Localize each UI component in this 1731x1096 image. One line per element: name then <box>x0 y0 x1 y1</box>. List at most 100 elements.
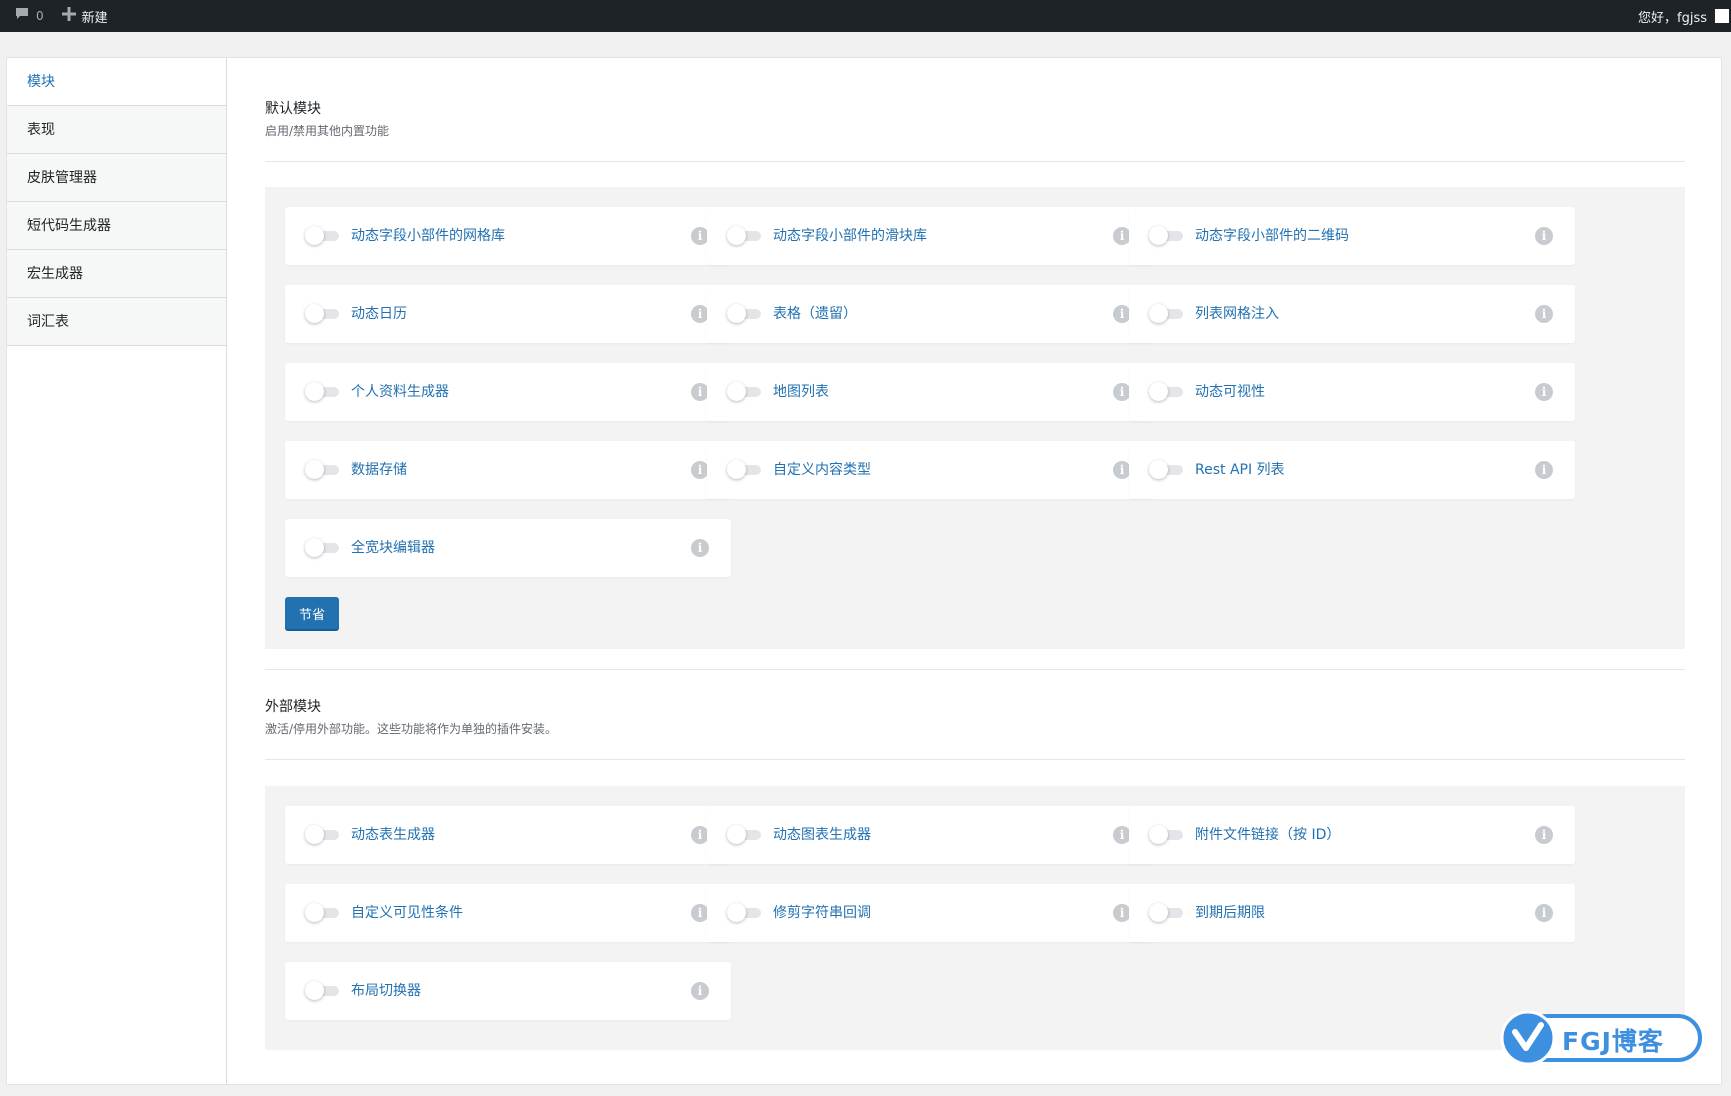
toggle-knob <box>727 903 746 922</box>
toggle-knob <box>305 460 324 479</box>
info-icon[interactable]: i <box>691 539 709 557</box>
module-card: 修剪字符串回调 i <box>707 884 1153 942</box>
admin-bar: 0 新建 您好，fgjss <box>0 0 1731 32</box>
module-label[interactable]: 数据存储 <box>351 441 407 499</box>
sidebar-item-glossary[interactable]: 词汇表 <box>7 298 226 346</box>
toggle-knob <box>1149 226 1168 245</box>
module-toggle[interactable] <box>727 304 763 323</box>
plus-icon <box>61 7 76 25</box>
info-icon[interactable]: i <box>1535 904 1553 922</box>
module-card: 动态字段小部件的网格库 i <box>285 207 731 265</box>
module-card: 全宽块编辑器 i <box>285 519 731 577</box>
sidebar-item-appearance[interactable]: 表现 <box>7 106 226 154</box>
module-label[interactable]: 自定义可见性条件 <box>351 884 463 942</box>
module-card: 到期后期限 i <box>1129 884 1575 942</box>
module-toggle[interactable] <box>1149 226 1185 245</box>
admin-bar-right: 您好，fgjss <box>1638 0 1731 32</box>
divider <box>265 759 1685 760</box>
sidebar-item-skin-manager[interactable]: 皮肤管理器 <box>7 154 226 202</box>
module-card: 地图列表 i <box>707 363 1153 421</box>
module-card: 动态字段小部件的滑块库 i <box>707 207 1153 265</box>
module-card: 数据存储 i <box>285 441 731 499</box>
module-toggle[interactable] <box>727 382 763 401</box>
toggle-knob <box>1149 460 1168 479</box>
module-label[interactable]: 动态表生成器 <box>351 806 435 864</box>
settings-panel: 模块 表现 皮肤管理器 短代码生成器 宏生成器 词汇表 默认模块 启用/禁用其他… <box>6 57 1722 1085</box>
module-toggle[interactable] <box>305 981 341 1000</box>
module-label[interactable]: 动态字段小部件的滑块库 <box>773 207 927 265</box>
external-modules-title: 外部模块 <box>265 699 321 715</box>
divider <box>265 669 1685 670</box>
module-label[interactable]: 修剪字符串回调 <box>773 884 871 942</box>
module-label[interactable]: 动态字段小部件的二维码 <box>1195 207 1349 265</box>
settings-sidebar: 模块 表现 皮肤管理器 短代码生成器 宏生成器 词汇表 <box>7 58 227 1084</box>
module-toggle[interactable] <box>727 226 763 245</box>
module-toggle[interactable] <box>1149 825 1185 844</box>
module-label[interactable]: 个人资料生成器 <box>351 363 449 421</box>
toggle-knob <box>727 460 746 479</box>
divider <box>265 161 1685 162</box>
module-card: 动态字段小部件的二维码 i <box>1129 207 1575 265</box>
module-toggle[interactable] <box>305 903 341 922</box>
toggle-knob <box>1149 825 1168 844</box>
module-toggle[interactable] <box>727 903 763 922</box>
module-label[interactable]: 附件文件链接（按 ID） <box>1195 806 1340 864</box>
default-modules-grid: 节省 动态字段小部件的网格库 i 动态字段小部件的滑块库 i 动态字段小部件的二维码 i 动… <box>265 187 1685 649</box>
module-toggle[interactable] <box>727 460 763 479</box>
new-content-label: 新建 <box>81 10 108 26</box>
module-toggle[interactable] <box>727 825 763 844</box>
sidebar-item-macro-generator[interactable]: 宏生成器 <box>7 250 226 298</box>
new-content-link[interactable]: 新建 <box>61 7 108 26</box>
toggle-knob <box>305 903 324 922</box>
comments-link[interactable]: 0 <box>14 6 44 26</box>
comments-count: 0 <box>36 9 44 23</box>
module-toggle[interactable] <box>305 382 341 401</box>
toggle-knob <box>727 226 746 245</box>
module-label[interactable]: 表格（遗留） <box>773 285 857 343</box>
info-icon[interactable]: i <box>1535 305 1553 323</box>
module-toggle[interactable] <box>1149 304 1185 323</box>
module-toggle[interactable] <box>1149 903 1185 922</box>
comment-icon <box>14 6 30 26</box>
sidebar-item-shortcode-generator[interactable]: 短代码生成器 <box>7 202 226 250</box>
module-label[interactable]: 动态可视性 <box>1195 363 1265 421</box>
module-toggle[interactable] <box>1149 382 1185 401</box>
sidebar-item-modules[interactable]: 模块 <box>7 58 226 106</box>
external-modules-description: 激活/停用外部功能。这些功能将作为单独的插件安装。 <box>265 722 558 736</box>
module-label[interactable]: Rest API 列表 <box>1195 441 1285 499</box>
module-toggle[interactable] <box>305 825 341 844</box>
module-label[interactable]: 自定义内容类型 <box>773 441 871 499</box>
module-toggle[interactable] <box>305 304 341 323</box>
module-toggle[interactable] <box>305 460 341 479</box>
module-card: 自定义可见性条件 i <box>285 884 731 942</box>
info-icon[interactable]: i <box>691 982 709 1000</box>
module-card: 列表网格注入 i <box>1129 285 1575 343</box>
save-button[interactable]: 节省 <box>285 597 339 629</box>
module-toggle[interactable] <box>305 226 341 245</box>
module-label[interactable]: 动态图表生成器 <box>773 806 871 864</box>
module-card: 动态表生成器 i <box>285 806 731 864</box>
module-toggle[interactable] <box>1149 460 1185 479</box>
module-card: 个人资料生成器 i <box>285 363 731 421</box>
toggle-knob <box>727 304 746 323</box>
toggle-knob <box>727 382 746 401</box>
user-greeting[interactable]: 您好，fgjss <box>1638 7 1707 26</box>
module-label[interactable]: 全宽块编辑器 <box>351 519 435 577</box>
module-label[interactable]: 地图列表 <box>773 363 829 421</box>
default-modules-title: 默认模块 <box>265 101 321 117</box>
toggle-knob <box>727 825 746 844</box>
info-icon[interactable]: i <box>1535 227 1553 245</box>
module-toggle[interactable] <box>305 538 341 557</box>
module-label[interactable]: 到期后期限 <box>1195 884 1265 942</box>
module-label[interactable]: 布局切换器 <box>351 962 421 1020</box>
info-icon[interactable]: i <box>1535 461 1553 479</box>
module-label[interactable]: 动态字段小部件的网格库 <box>351 207 505 265</box>
info-icon[interactable]: i <box>1535 383 1553 401</box>
info-icon[interactable]: i <box>1535 826 1553 844</box>
module-label[interactable]: 列表网格注入 <box>1195 285 1279 343</box>
fgj-blog-watermark: FGJ博客 <box>1500 1010 1705 1066</box>
toggle-knob <box>1149 304 1168 323</box>
module-label[interactable]: 动态日历 <box>351 285 407 343</box>
module-card: 布局切换器 i <box>285 962 731 1020</box>
avatar[interactable] <box>1715 9 1729 23</box>
